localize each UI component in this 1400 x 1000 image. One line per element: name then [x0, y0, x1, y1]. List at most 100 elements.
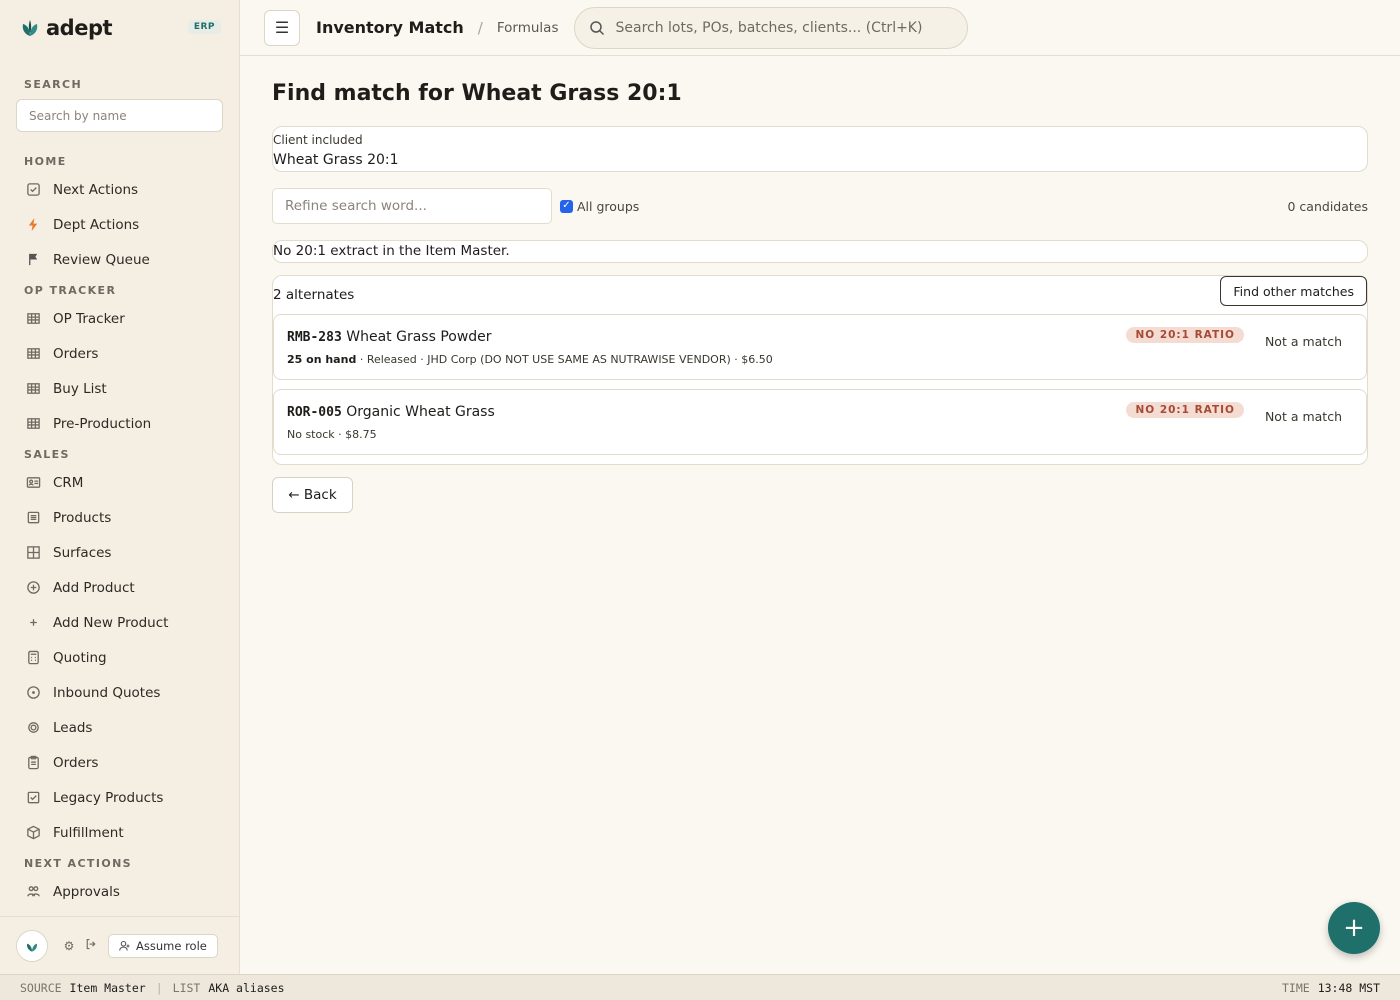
- sidebar-item-orders[interactable]: Orders: [0, 745, 239, 780]
- item-details: No stock · $8.75: [287, 428, 377, 441]
- brand[interactable]: adept ERP: [0, 0, 239, 56]
- sidebar-item-label: Next Actions: [53, 181, 139, 198]
- sidebar-item-label: Inbound Quotes: [53, 684, 161, 701]
- box-icon: [24, 824, 42, 842]
- sidebar-item-buy-list[interactable]: Buy List: [0, 371, 239, 406]
- layout-icon: [24, 544, 42, 562]
- sidebar: adept ERP SEARCH HOME Next Actions Dept Ac…: [0, 0, 240, 974]
- client-included-label: Client included: [273, 133, 363, 147]
- breadcrumb-separator: /: [477, 18, 483, 37]
- page-title: Inventory Match: [316, 18, 464, 37]
- alternates-list: RMB-283 Wheat Grass Powder 25 on hand · …: [273, 314, 1367, 455]
- sidebar-item-label: Quoting: [53, 649, 107, 666]
- sidebar-item-surfaces[interactable]: Surfaces: [0, 535, 239, 570]
- sidebar-item-label: Legacy Products: [53, 789, 164, 806]
- item-name: Organic Wheat Grass: [346, 404, 495, 420]
- item-stock: 25 on hand: [287, 353, 357, 366]
- sidebar-item-approvals[interactable]: Approvals: [0, 874, 239, 909]
- sidebar-item-pre-production[interactable]: Pre-Production: [0, 406, 239, 441]
- all-groups-label: All groups: [577, 198, 640, 214]
- sidebar-item-label: Dept Actions: [53, 216, 140, 233]
- sidebar-item-label: Add New Product: [53, 614, 169, 631]
- sidebar-nav: HOME Next Actions Dept Actions Review Queue…: [0, 132, 239, 909]
- sidebar-item-label: Leads: [53, 719, 93, 736]
- sidebar-item-label: Pre-Production: [53, 415, 152, 432]
- sidebar-item-add-new-product[interactable]: Add New Product: [0, 605, 239, 640]
- search-icon: [590, 20, 605, 35]
- source-value: Item Master: [69, 980, 146, 995]
- sidebar-item-fulfillment[interactable]: Fulfillment: [0, 815, 239, 850]
- sidebar-item-inbound-quotes[interactable]: Inbound Quotes: [0, 675, 239, 710]
- status-separator: |: [155, 980, 163, 995]
- sidebar-item-orders[interactable]: Orders: [0, 336, 239, 371]
- sidebar-search-input[interactable]: [16, 99, 223, 132]
- sidebar-item-label: Surfaces: [53, 544, 112, 561]
- sidebar-item-leads[interactable]: Leads: [0, 710, 239, 745]
- global-search-placeholder: Search lots, POs, batches, clients... (C…: [615, 19, 923, 36]
- settings-icon[interactable]: ⚙: [62, 939, 76, 953]
- logout-icon[interactable]: [84, 938, 98, 953]
- back-button[interactable]: ← Back: [272, 477, 353, 513]
- all-groups-toggle[interactable]: ✓ All groups: [560, 199, 639, 214]
- avatar[interactable]: [16, 929, 48, 962]
- client-included-box: Client included Wheat Grass 20:1: [272, 126, 1368, 172]
- add-fab-button[interactable]: +: [1328, 902, 1380, 954]
- leaf-logo-icon: [22, 20, 38, 36]
- hamburger-icon: ☰: [274, 19, 290, 37]
- grid-icon: [24, 415, 42, 433]
- leaf-avatar-icon: [27, 943, 37, 952]
- alternates-count: 2 alternates: [273, 287, 355, 303]
- plus-icon: +: [1343, 913, 1365, 943]
- grid-icon: [24, 345, 42, 363]
- item-name: Wheat Grass Powder: [346, 329, 492, 345]
- sidebar-item-label: Add Product: [53, 579, 135, 596]
- not-a-match-button[interactable]: Not a match: [1265, 409, 1342, 424]
- status-bar: SOURCE Item Master | LIST AKA aliases TI…: [0, 974, 1400, 1000]
- sidebar-item-dept-actions[interactable]: Dept Actions: [0, 207, 239, 242]
- find-other-matches-button[interactable]: Find other matches: [1220, 276, 1367, 306]
- item-details-row: No stock · $8.75: [287, 427, 1353, 443]
- flag-icon: [24, 251, 42, 269]
- sidebar-item-products[interactable]: Products: [0, 500, 239, 535]
- alternate-item[interactable]: ROR-005 Organic Wheat Grass No stock · $…: [273, 389, 1367, 455]
- sidebar-item-label: CRM: [53, 474, 84, 491]
- breadcrumb-formulas[interactable]: Formulas: [497, 20, 559, 36]
- sidebar-item-label: Approvals: [53, 883, 120, 900]
- sidebar-item-op-tracker[interactable]: OP Tracker: [0, 301, 239, 336]
- user-plus-icon: [119, 940, 130, 951]
- list-icon: [24, 509, 42, 527]
- item-details: · Released · JHD Corp (DO NOT USE SAME A…: [356, 353, 773, 366]
- status-badge: NO 20:1 RATIO: [1126, 327, 1244, 343]
- list-value: AKA aliases: [208, 980, 285, 995]
- alternate-item[interactable]: RMB-283 Wheat Grass Powder 25 on hand · …: [273, 314, 1367, 380]
- global-search-input[interactable]: Search lots, POs, batches, clients... (C…: [574, 6, 969, 49]
- menu-toggle-button[interactable]: ☰: [264, 9, 300, 46]
- sidebar-item-quoting[interactable]: Quoting: [0, 640, 239, 675]
- sidebar-item-label: Orders: [53, 754, 99, 771]
- contact-card-icon: [24, 474, 42, 492]
- refine-search-input[interactable]: [272, 188, 552, 224]
- brand-name: adept: [46, 16, 113, 40]
- sidebar-item-label: Buy List: [53, 380, 107, 397]
- item-code: ROR-005: [287, 405, 342, 420]
- item-details-row: 25 on hand · Released · JHD Corp (DO NOT…: [287, 352, 1353, 368]
- all-groups-checkbox[interactable]: ✓: [560, 199, 573, 213]
- sidebar-item-crm[interactable]: CRM: [0, 465, 239, 500]
- topbar: ☰ Inventory Match / Formulas Search lots…: [240, 0, 1400, 56]
- sidebar-item-review-queue[interactable]: Review Queue: [0, 242, 239, 277]
- sidebar-item-label: OP Tracker: [53, 310, 125, 327]
- clipboard-icon: [24, 754, 42, 772]
- search-section-label: SEARCH: [24, 78, 83, 91]
- source-key: SOURCE: [20, 980, 62, 995]
- sidebar-item-legacy-products[interactable]: Legacy Products: [0, 780, 239, 815]
- users-icon: [24, 883, 42, 901]
- checkbox-icon: [24, 789, 42, 807]
- not-a-match-button[interactable]: Not a match: [1265, 334, 1342, 349]
- grid-icon: [24, 310, 42, 328]
- status-badge: NO 20:1 RATIO: [1126, 402, 1244, 418]
- sidebar-item-next-actions[interactable]: Next Actions: [0, 172, 239, 207]
- sidebar-section-label: NEXT ACTIONS: [24, 857, 132, 870]
- erp-badge: ERP: [187, 20, 221, 34]
- assume-role-button[interactable]: Assume role: [108, 933, 218, 958]
- sidebar-item-add-product[interactable]: Add Product: [0, 570, 239, 605]
